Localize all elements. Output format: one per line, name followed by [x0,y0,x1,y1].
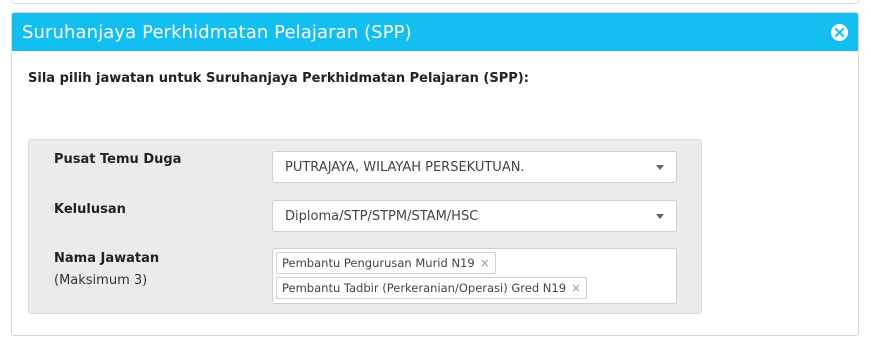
jawatan-tag-label: Pembantu Pengurusan Murid N19 [282,256,475,270]
previous-panel-edge [11,0,859,4]
nama-jawatan-label: Nama Jawatan [54,251,160,266]
remove-tag-icon[interactable]: × [480,256,490,270]
close-icon[interactable] [831,23,848,41]
chevron-down-icon [656,164,664,170]
form-panel: Pusat Temu Duga PUTRAJAYA, WILAYAH PERSE… [28,139,702,314]
modal-title: Suruhanjaya Perkhidmatan Pelajaran (SPP) [22,21,412,43]
pusat-temu-duga-select[interactable]: PUTRAJAYA, WILAYAH PERSEKUTUAN. [272,151,677,183]
spp-modal: Suruhanjaya Perkhidmatan Pelajaran (SPP)… [11,12,859,336]
modal-header: Suruhanjaya Perkhidmatan Pelajaran (SPP) [12,13,858,51]
nama-jawatan-multiselect[interactable]: Pembantu Pengurusan Murid N19 × Pembantu… [272,248,677,304]
pusat-temu-duga-value: PUTRAJAYA, WILAYAH PERSEKUTUAN. [285,159,525,175]
jawatan-tag: Pembantu Pengurusan Murid N19 × [276,252,496,274]
jawatan-tag-label: Pembantu Tadbir (Perkeranian/Operasi) Gr… [282,281,567,295]
kelulusan-label: Kelulusan [54,202,126,217]
chevron-down-icon [656,213,664,219]
maksimum-note: (Maksimum 3) [54,273,148,288]
remove-tag-icon[interactable]: × [571,281,581,295]
jawatan-tag: Pembantu Tadbir (Perkeranian/Operasi) Gr… [276,277,588,299]
pusat-temu-duga-label: Pusat Temu Duga [54,152,182,167]
kelulusan-value: Diploma/STP/STPM/STAM/HSC [285,208,479,224]
instruction-text: Sila pilih jawatan untuk Suruhanjaya Per… [28,71,529,86]
kelulusan-select[interactable]: Diploma/STP/STPM/STAM/HSC [272,200,677,232]
